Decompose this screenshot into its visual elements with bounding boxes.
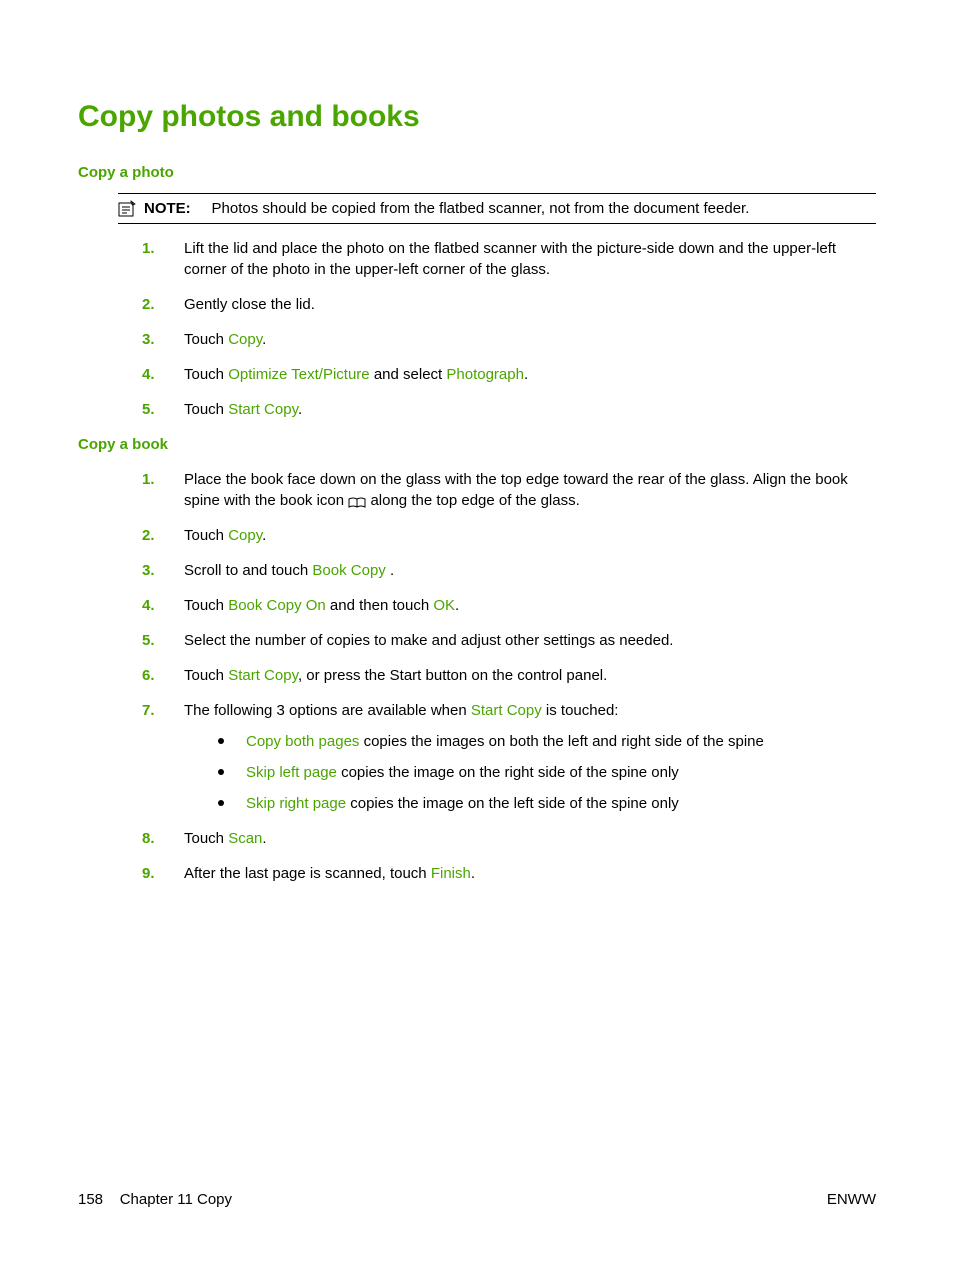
options-bullet-list: Copy both pages copies the images on bot… xyxy=(218,731,876,814)
step-item: The following 3 options are available wh… xyxy=(142,700,876,814)
footer-right: ENWW xyxy=(827,1189,876,1210)
ui-term-copy: Copy xyxy=(228,331,262,348)
footer-left: 158 Chapter 11 Copy xyxy=(78,1189,232,1210)
ui-term-copy-both: Copy both pages xyxy=(246,733,359,750)
note-icon xyxy=(118,200,136,218)
bullet-text: copies the images on both the left and r… xyxy=(359,733,763,750)
step-item: Lift the lid and place the photo on the … xyxy=(142,238,876,280)
step-text: , or press the Start button on the contr… xyxy=(298,667,607,684)
ui-term-book-copy: Book Copy xyxy=(312,562,385,579)
note-body: Photos should be copied from the flatbed… xyxy=(212,200,750,217)
step-text: along the top edge of the glass. xyxy=(366,492,580,509)
step-text: . xyxy=(524,366,528,383)
ui-term-photograph: Photograph xyxy=(446,366,524,383)
step-item: Touch Book Copy On and then touch OK. xyxy=(142,595,876,616)
step-text: . xyxy=(455,597,459,614)
photo-steps-list: Lift the lid and place the photo on the … xyxy=(78,238,876,420)
ui-term-start-copy: Start Copy xyxy=(471,702,542,719)
ui-term-finish: Finish xyxy=(431,865,471,882)
step-item: Touch Optimize Text/Picture and select P… xyxy=(142,364,876,385)
bullet-item: Skip right page copies the image on the … xyxy=(218,793,876,814)
step-item: Select the number of copies to make and … xyxy=(142,630,876,651)
step-text: is touched: xyxy=(542,702,619,719)
ui-term-start-copy: Start Copy xyxy=(228,667,298,684)
step-text: . xyxy=(386,562,394,579)
ui-term-scan: Scan xyxy=(228,830,262,847)
step-text: Touch xyxy=(184,597,228,614)
step-text: . xyxy=(262,527,266,544)
step-text: The following 3 options are available wh… xyxy=(184,702,471,719)
bullet-item: Skip left page copies the image on the r… xyxy=(218,762,876,783)
step-text: After the last page is scanned, touch xyxy=(184,865,431,882)
step-text: Gently close the lid. xyxy=(184,296,315,313)
page-footer: 158 Chapter 11 Copy ENWW xyxy=(78,1189,876,1210)
ui-term-start-copy: Start Copy xyxy=(228,401,298,418)
book-steps-list: Place the book face down on the glass wi… xyxy=(78,469,876,884)
note-label: NOTE: xyxy=(144,200,191,217)
ui-term-skip-right: Skip right page xyxy=(246,795,346,812)
step-text: Touch xyxy=(184,527,228,544)
step-item: Place the book face down on the glass wi… xyxy=(142,469,876,511)
ui-term-ok: OK xyxy=(433,597,455,614)
document-page: Copy photos and books Copy a photo NOTE:… xyxy=(0,0,954,1270)
step-text: . xyxy=(298,401,302,418)
step-text: Scroll to and touch xyxy=(184,562,312,579)
ui-term-skip-left: Skip left page xyxy=(246,764,337,781)
ui-term-optimize: Optimize Text/Picture xyxy=(228,366,369,383)
ui-term-book-copy-on: Book Copy On xyxy=(228,597,326,614)
step-item: Touch Copy. xyxy=(142,525,876,546)
step-item: Touch Copy. xyxy=(142,329,876,350)
step-text: . xyxy=(262,331,266,348)
note-block: NOTE: Photos should be copied from the f… xyxy=(118,193,876,224)
note-text: NOTE: Photos should be copied from the f… xyxy=(144,198,876,219)
step-item: Touch Start Copy, or press the Start but… xyxy=(142,665,876,686)
bullet-text: copies the image on the right side of th… xyxy=(337,764,679,781)
book-icon xyxy=(348,494,366,506)
step-text: Touch xyxy=(184,667,228,684)
step-text: Touch xyxy=(184,366,228,383)
step-text: . xyxy=(262,830,266,847)
step-item: Scroll to and touch Book Copy . xyxy=(142,560,876,581)
section-heading-copy-photo: Copy a photo xyxy=(78,162,876,183)
bullet-text: copies the image on the left side of the… xyxy=(346,795,679,812)
step-item: Touch Start Copy. xyxy=(142,399,876,420)
step-text: Touch xyxy=(184,830,228,847)
step-item: Gently close the lid. xyxy=(142,294,876,315)
ui-term-copy: Copy xyxy=(228,527,262,544)
bullet-item: Copy both pages copies the images on bot… xyxy=(218,731,876,752)
step-text: Lift the lid and place the photo on the … xyxy=(184,240,836,278)
step-text: Select the number of copies to make and … xyxy=(184,632,673,649)
step-item: Touch Scan. xyxy=(142,828,876,849)
step-item: After the last page is scanned, touch Fi… xyxy=(142,863,876,884)
page-number: 158 xyxy=(78,1191,103,1208)
section-heading-copy-book: Copy a book xyxy=(78,434,876,455)
step-text: and select xyxy=(370,366,447,383)
step-text: Touch xyxy=(184,401,228,418)
page-title: Copy photos and books xyxy=(78,96,876,138)
step-text: Touch xyxy=(184,331,228,348)
step-text: . xyxy=(471,865,475,882)
chapter-label: Chapter 11 Copy xyxy=(120,1191,232,1208)
step-text: and then touch xyxy=(326,597,434,614)
